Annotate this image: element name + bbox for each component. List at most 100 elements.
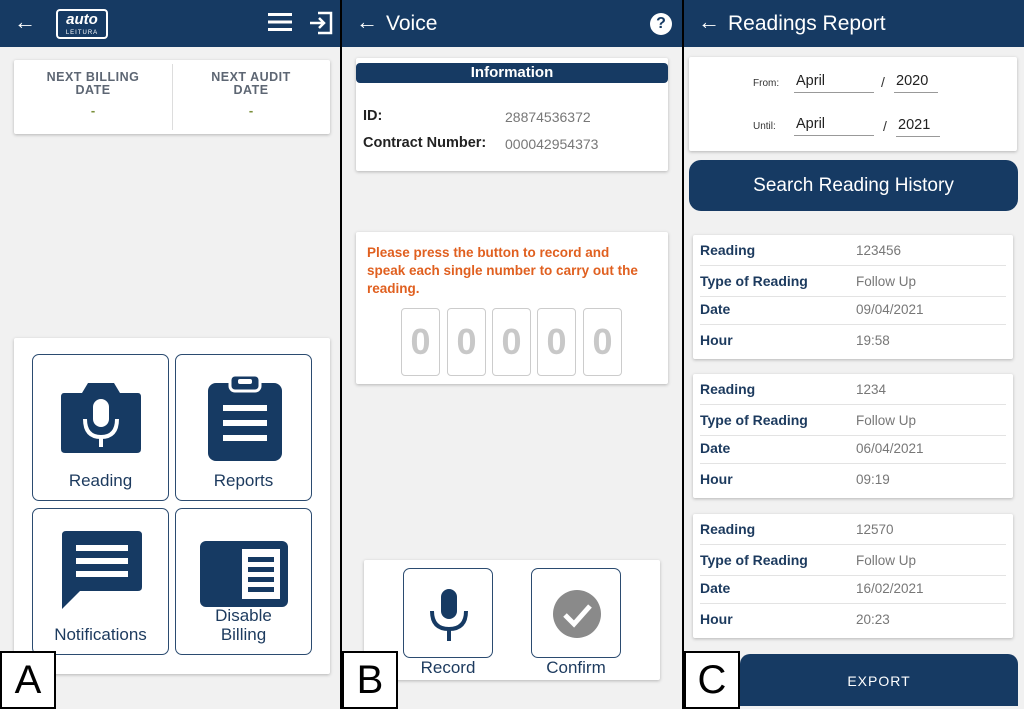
page-title: Voice	[386, 12, 438, 35]
date-separator: /	[881, 74, 885, 90]
date-key: Date	[700, 580, 731, 596]
reading-digit[interactable]: 0	[447, 308, 486, 376]
app-logo: auto LEITURA	[56, 9, 108, 39]
reports-tile-button[interactable]: Reports	[175, 354, 312, 501]
page-title: Readings Report	[728, 12, 886, 35]
back-arrow-icon[interactable]: ←	[14, 10, 36, 34]
logo-subtext: LEITURA	[65, 30, 99, 36]
hour-key: Hour	[700, 332, 733, 348]
record-row-date: Date 09/04/2021	[700, 296, 1006, 325]
voice-actions-card: Record Confirm	[364, 560, 660, 680]
type-key: Type of Reading	[700, 552, 808, 568]
record-row-date: Date 06/04/2021	[700, 435, 1006, 464]
type-key: Type of Reading	[700, 273, 808, 289]
date-key: Date	[700, 301, 731, 317]
voice-reading-card: Please press the button to record and sp…	[356, 232, 668, 384]
from-label: From:	[753, 78, 780, 89]
panel-label-b: B	[342, 651, 398, 709]
panel-c-readings-report: ← Readings Report From: April / 2020 Unt…	[684, 0, 1024, 709]
reading-record-card: Reading 1234 Type of Reading Follow Up Dat…	[693, 374, 1013, 498]
top-bar: ← Readings Report	[684, 0, 1024, 47]
top-bar: ← Voice ?	[342, 0, 682, 47]
contract-number-value: 000042954373	[505, 136, 599, 152]
reports-label: Reports	[213, 471, 274, 490]
record-row-reading: Reading 123456	[700, 237, 1006, 266]
clipboard-icon	[208, 373, 282, 461]
record-row-type: Type of Reading Follow Up	[700, 407, 1006, 436]
panel-b-voice: ← Voice ? Information ID: 28874536372 Co…	[342, 0, 682, 709]
information-header: Information	[356, 63, 668, 83]
audit-date-value: -	[248, 103, 254, 118]
date-value: 09/04/2021	[856, 302, 924, 317]
microphone-icon	[430, 589, 468, 641]
reading-key: Reading	[700, 242, 756, 258]
notifications-label: Notifications	[54, 625, 147, 644]
record-row-hour: Hour 19:58	[700, 327, 1006, 356]
search-reading-history-button[interactable]: Search Reading History	[689, 160, 1018, 211]
hour-key: Hour	[700, 611, 733, 627]
until-year-select[interactable]: 2021	[896, 115, 940, 137]
panel-label-a: A	[0, 651, 56, 709]
confirm-button[interactable]	[531, 568, 621, 658]
id-label: ID:	[363, 108, 383, 124]
hamburger-icon[interactable]	[268, 12, 292, 32]
hour-value: 09:19	[856, 472, 890, 487]
billing-date-title: NEXT BILLING DATE	[46, 70, 140, 97]
record-row-reading: Reading 1234	[700, 376, 1006, 405]
reading-digit[interactable]: 0	[401, 308, 440, 376]
logout-icon[interactable]	[308, 10, 334, 36]
date-value: 06/04/2021	[856, 441, 924, 456]
next-audit-date: NEXT AUDIT DATE -	[172, 60, 330, 134]
hour-value: 19:58	[856, 333, 890, 348]
billing-date-value: -	[90, 103, 96, 118]
contract-number-label: Contract Number:	[363, 135, 487, 151]
reading-record-card: Reading 12570 Type of Reading Follow Up Da…	[693, 514, 1013, 638]
record-row-date: Date 16/02/2021	[700, 575, 1006, 604]
logo-text: auto	[66, 11, 98, 28]
disable-billing-label: Disable Billing	[215, 606, 272, 644]
record-button[interactable]	[403, 568, 493, 658]
disable-billing-tile-button[interactable]: Disable Billing	[175, 508, 312, 655]
date-range-card: From: April / 2020 Until: April / 2021	[689, 57, 1017, 151]
date-separator: /	[883, 118, 887, 134]
main-menu-card: Reading Reports Notifications Disable Bi…	[14, 338, 330, 674]
reading-label: Reading	[68, 471, 133, 490]
from-year-select[interactable]: 2020	[894, 71, 938, 93]
record-row-type: Type of Reading Follow Up	[700, 268, 1006, 297]
from-month-select[interactable]: April	[794, 71, 874, 93]
reading-digit[interactable]: 0	[537, 308, 576, 376]
reading-digit[interactable]: 0	[492, 308, 531, 376]
back-arrow-icon[interactable]: ←	[356, 10, 378, 34]
record-row-hour: Hour 09:19	[700, 466, 1006, 495]
date-key: Date	[700, 440, 731, 456]
panel-label-c: C	[684, 651, 740, 709]
record-row-type: Type of Reading Follow Up	[700, 547, 1006, 576]
next-billing-date: NEXT BILLING DATE -	[14, 60, 172, 134]
date-value: 16/02/2021	[856, 581, 924, 596]
record-instruction-text: Please press the button to record and sp…	[367, 245, 638, 296]
reading-key: Reading	[700, 521, 756, 537]
confirm-label: Confirm	[546, 658, 606, 677]
camera-mic-icon	[61, 383, 141, 453]
record-row-hour: Hour 20:23	[700, 606, 1006, 635]
information-card: Information ID: 28874536372 Contract Num…	[356, 58, 668, 171]
reading-tile-button[interactable]: Reading	[32, 354, 169, 501]
export-button[interactable]: EXPORT	[740, 654, 1018, 706]
help-icon[interactable]: ?	[650, 13, 672, 35]
type-key: Type of Reading	[700, 412, 808, 428]
type-value: Follow Up	[856, 553, 917, 568]
until-month-select[interactable]: April	[794, 114, 874, 136]
id-value: 28874536372	[505, 109, 591, 125]
record-label: Record	[420, 658, 476, 677]
back-arrow-icon[interactable]: ←	[698, 10, 720, 34]
type-value: Follow Up	[856, 274, 917, 289]
reading-value: 123456	[856, 243, 902, 258]
record-row-reading: Reading 12570	[700, 516, 1006, 545]
check-circle-icon	[553, 590, 601, 638]
reading-digit[interactable]: 0	[583, 308, 622, 376]
reading-key: Reading	[700, 381, 756, 397]
hour-value: 20:23	[856, 612, 890, 627]
until-label: Until:	[753, 121, 776, 132]
billing-dates-card: NEXT BILLING DATE - NEXT AUDIT DATE -	[14, 60, 330, 134]
notifications-tile-button[interactable]: Notifications	[32, 508, 169, 655]
